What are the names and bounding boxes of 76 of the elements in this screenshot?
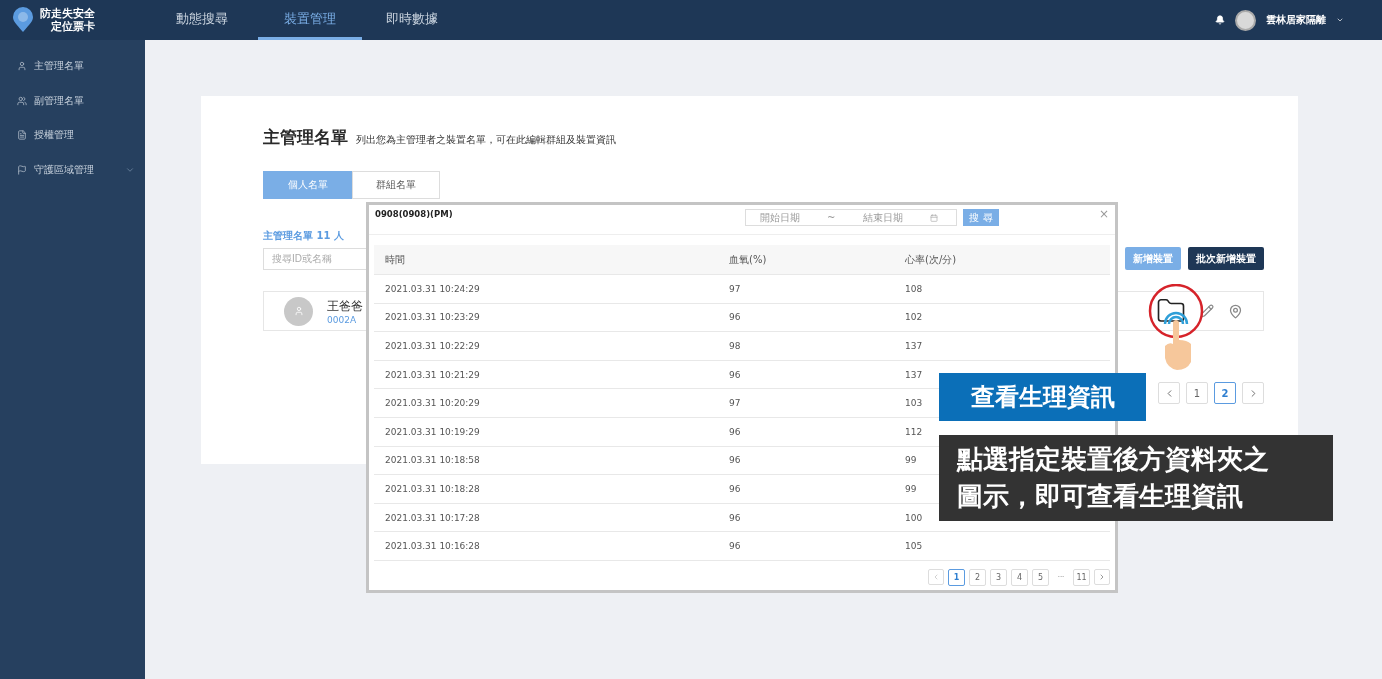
sidebar-item[interactable]: 副管理名單: [0, 83, 145, 118]
table-cell-text: 96: [729, 455, 742, 466]
column-header: 血氧(%): [729, 252, 768, 267]
table-cell-text: 97: [729, 398, 742, 409]
member-count: 主管理名單 11 人: [263, 229, 345, 243]
table-cell-text: 2021.03.31 10:17:28: [385, 512, 481, 523]
page-link[interactable]: 2: [1214, 382, 1236, 404]
page-subtitle: 列出您為主管理者之裝置名單，可在此編輯群組及裝置資訊: [356, 134, 616, 147]
table-cell-text: 108: [905, 283, 924, 294]
table-cell-text: 96: [729, 369, 742, 380]
avatar-icon: [284, 296, 313, 326]
bell-icon[interactable]: [1215, 15, 1225, 25]
add-device-button[interactable]: 批次新增裝置: [1188, 247, 1264, 270]
table-cell-text: 2021.03.31 10:18:28: [385, 483, 481, 494]
logo-text: 定位票卡: [51, 20, 95, 33]
table-cell-text: 98: [729, 341, 742, 351]
sidebar-item[interactable]: 守護區域管理: [0, 152, 145, 187]
table-cell-text: 100: [905, 512, 924, 523]
table-cell-text: 2021.03.31 10:16:28: [385, 541, 481, 552]
sidebar-item[interactable]: 主管理名單: [0, 49, 145, 84]
table-cell-text: 137: [905, 369, 924, 380]
sidebar-label: 授權管理: [34, 128, 74, 143]
user-name[interactable]: 雲林居家隔離: [1266, 13, 1326, 27]
location-icon[interactable]: [1228, 303, 1243, 319]
table-cell-text: 137: [905, 341, 924, 351]
table-cell-text: 96: [729, 483, 742, 494]
sidebar-label: 主管理名單: [34, 59, 84, 74]
page-link[interactable]: 3: [990, 568, 1007, 586]
logo-icon: [12, 7, 34, 33]
nav-tab[interactable]: 裝置管理: [258, 0, 362, 40]
column-header: 時間: [385, 252, 406, 267]
table-cell-text: 99: [905, 455, 918, 466]
table-cell-text: 102: [905, 312, 924, 323]
table-cell-text: 2021.03.31 10:21:29: [385, 369, 481, 380]
page-link[interactable]: 1: [948, 568, 965, 586]
table-cell-text: 97: [729, 283, 742, 294]
person-icon: [17, 61, 27, 72]
dialog-title: 0908(0908)(PM): [375, 209, 454, 219]
table-cell-text: 2021.03.31 10:19:29: [385, 426, 481, 437]
table-cell-text: 103: [905, 398, 924, 409]
nav-tab[interactable]: 即時數據: [362, 0, 462, 40]
logo-text: 防走失安全: [40, 7, 95, 20]
page-link[interactable]: 2: [969, 568, 986, 586]
table-cell-text: 2021.03.31 10:18:58: [385, 455, 481, 466]
nav-tab[interactable]: 動態搜尋: [145, 0, 258, 40]
table-cell-text: 96: [729, 541, 742, 552]
callout-text: 點選指定裝置後方資料夾之圖示，即可查看生理資訊: [939, 435, 1333, 521]
document-icon: [17, 130, 27, 141]
table-cell-text: 96: [729, 312, 742, 323]
table-cell-text: 2021.03.31 10:23:29: [385, 312, 481, 323]
sidebar-item[interactable]: 授權管理: [0, 118, 145, 153]
page-link[interactable]: 5: [1032, 568, 1049, 586]
calendar-icon[interactable]: [930, 213, 939, 222]
page-link[interactable]: 11: [1073, 568, 1090, 586]
table-cell-text: 96: [729, 426, 742, 437]
page-title: 主管理名單: [263, 126, 348, 149]
edit-icon[interactable]: [1200, 304, 1214, 318]
table-cell-text: 112: [905, 426, 924, 437]
column-header: 心率(次/分): [905, 252, 958, 267]
table-cell-text: 2021.03.31 10:24:29: [385, 283, 481, 294]
table-cell-text: 2021.03.31 10:20:29: [385, 398, 481, 409]
caret-icon[interactable]: [1336, 16, 1344, 24]
table-cell-text: 96: [729, 512, 742, 523]
list-tab[interactable]: 群組名單: [352, 171, 440, 199]
page-link[interactable]: 1: [1186, 382, 1208, 404]
sidebar-label: 副管理名單: [34, 93, 84, 108]
device-name: 王爸爸: [327, 297, 363, 315]
table-cell-text: 99: [905, 483, 918, 494]
page-link[interactable]: 4: [1011, 568, 1028, 586]
callout-heading: 查看生理資訊: [939, 373, 1146, 421]
table-cell-text: 2021.03.31 10:22:29: [385, 341, 481, 351]
sidebar-label: 守護區域管理: [34, 162, 94, 177]
flag-icon: [17, 164, 27, 175]
user-avatar[interactable]: [1235, 9, 1256, 31]
table-cell-text: 105: [905, 541, 924, 552]
people-icon: [17, 95, 27, 106]
